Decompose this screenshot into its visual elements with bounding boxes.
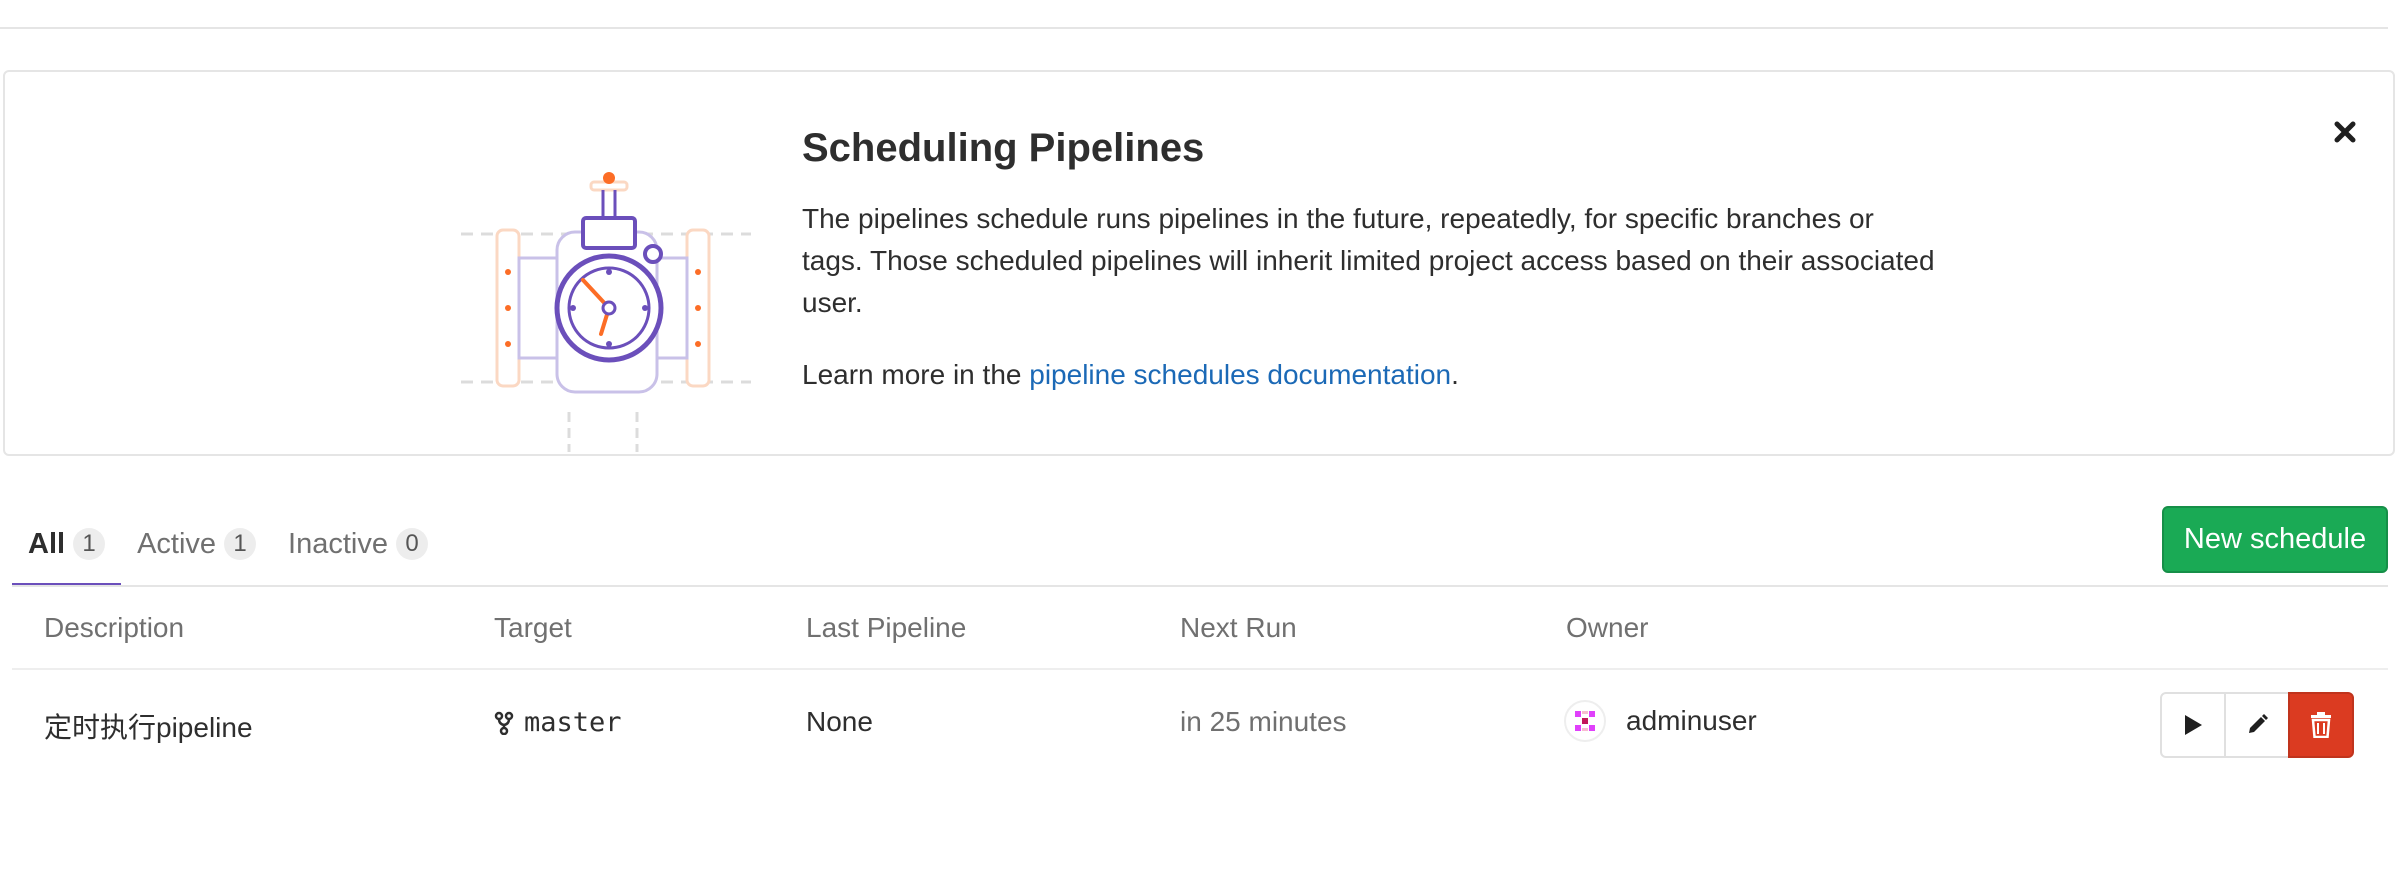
owner-name: adminuser — [1626, 705, 1757, 736]
banner-title: Scheduling Pipelines — [802, 126, 1205, 170]
edit-schedule-button[interactable] — [2224, 692, 2290, 758]
pipeline-schedule-illustration — [461, 172, 751, 452]
play-schedule-button[interactable] — [2160, 692, 2226, 758]
learn-more-suffix: . — [1451, 359, 1459, 390]
tab-active[interactable]: Active 1 — [121, 505, 272, 587]
header-divider — [12, 668, 2388, 670]
schedule-target[interactable]: master — [494, 707, 622, 738]
schedule-description: 定时执行pipeline — [44, 712, 253, 743]
avatar-identicon — [1575, 711, 1595, 731]
delete-schedule-button[interactable] — [2288, 692, 2354, 758]
count-badge: 1 — [224, 528, 257, 560]
learn-more-prefix: Learn more in the — [802, 359, 1030, 390]
play-icon — [2185, 715, 2202, 735]
documentation-link[interactable]: pipeline schedules documentation — [1029, 359, 1451, 390]
branch-icon — [494, 711, 514, 735]
column-header-next-run: Next Run — [1180, 612, 1297, 643]
top-divider — [0, 27, 2388, 29]
new-schedule-button[interactable]: New schedule — [2162, 506, 2388, 573]
column-header-last-pipeline: Last Pipeline — [806, 612, 967, 643]
banner-description: The pipelines schedule runs pipelines in… — [802, 203, 1935, 318]
row-actions — [2160, 692, 2354, 758]
tab-inactive[interactable]: Inactive 0 — [272, 505, 444, 587]
tab-label: Active — [137, 527, 217, 560]
count-badge: 1 — [73, 528, 106, 560]
tab-label: All — [28, 527, 66, 560]
column-header-target: Target — [494, 612, 572, 643]
empty-state-banner: Scheduling Pipelines The pipelines sched… — [3, 70, 2395, 456]
next-run: in 25 minutes — [1180, 706, 1347, 737]
column-header-owner: Owner — [1566, 612, 1649, 643]
branch-name: master — [524, 707, 622, 738]
tabs-divider — [12, 585, 2388, 587]
avatar — [1564, 700, 1606, 742]
tab-all[interactable]: All 1 — [12, 505, 122, 587]
close-icon — [2334, 121, 2356, 143]
tab-label: Inactive — [288, 527, 388, 560]
column-header-description: Description — [44, 612, 185, 643]
last-pipeline: None — [806, 706, 873, 737]
count-badge: 0 — [396, 528, 428, 560]
schedule-owner[interactable]: adminuser — [1564, 700, 1757, 742]
pencil-icon — [2249, 714, 2268, 733]
dismiss-banner-button[interactable] — [2325, 112, 2365, 152]
trash-icon — [2311, 712, 2331, 738]
schedule-filter-tabs: All 1 Active 1 Inactive 0 — [12, 505, 444, 587]
banner-learn-more: Learn more in the pipeline schedules doc… — [802, 354, 1459, 396]
